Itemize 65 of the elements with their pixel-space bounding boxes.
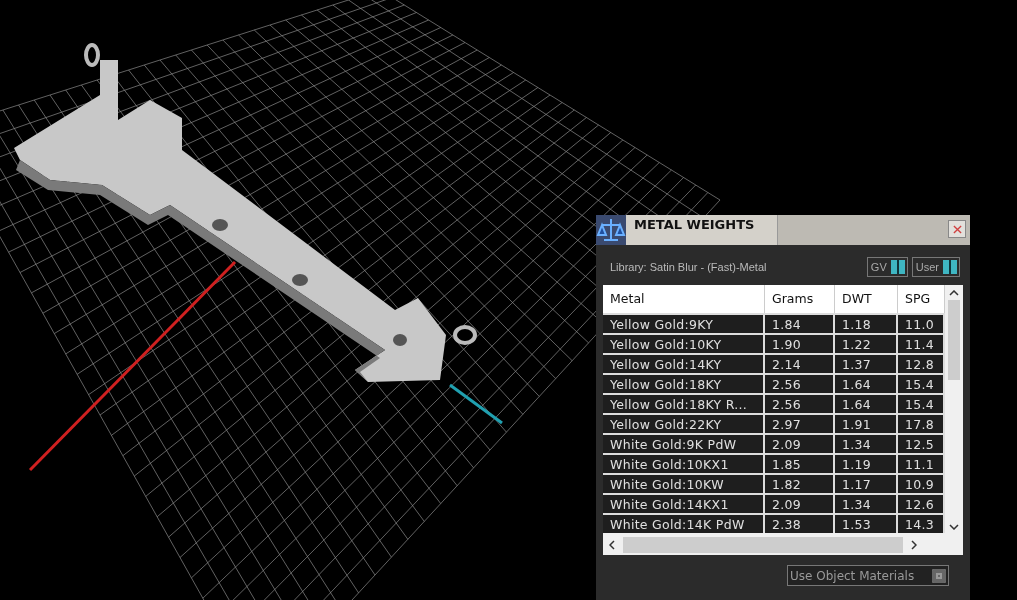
table-cell: Yellow Gold:18KY R... <box>603 393 765 413</box>
table-cell: 1.84 <box>765 313 835 333</box>
table-cell: 2.38 <box>765 513 835 533</box>
table-cell: Yellow Gold:10KY <box>603 333 765 353</box>
table-cell: Yellow Gold:22KY <box>603 413 765 433</box>
table-cell: 10.9 <box>898 473 945 493</box>
toggle-switch[interactable]: GV <box>866 257 908 277</box>
scroll-left-icon <box>609 540 615 550</box>
window-title: METAL WEIGHTS <box>626 215 778 245</box>
table-cell: 1.34 <box>835 493 898 513</box>
table-cell: Yellow Gold:18KY <box>603 373 765 393</box>
table-cell: 1.91 <box>835 413 898 433</box>
close-icon <box>952 224 962 234</box>
table-cell: 2.97 <box>765 413 835 433</box>
table-cell: 12.8 <box>898 353 945 373</box>
table-cell: 1.19 <box>835 453 898 473</box>
scroll-thumb[interactable] <box>948 300 960 380</box>
table-cell: 15.4 <box>898 373 945 393</box>
toggle-label: User <box>915 261 939 273</box>
column-header[interactable]: DWT <box>835 285 898 313</box>
table-cell: 12.6 <box>898 493 945 513</box>
table-cell: 15.4 <box>898 393 945 413</box>
column-header[interactable]: Metal <box>603 285 765 313</box>
scale-icon <box>596 215 626 245</box>
table-cell: 2.09 <box>765 493 835 513</box>
table-cell: White Gold:9K PdW <box>603 433 765 453</box>
table-cell: 1.34 <box>835 433 898 453</box>
toggle-label: GV <box>870 261 887 273</box>
table-cell: White Gold:14K PdW <box>603 513 765 533</box>
column-header[interactable]: Grams <box>765 285 835 313</box>
scroll-right-icon <box>911 540 917 550</box>
table-cell: 11.4 <box>898 333 945 353</box>
table-cell: White Gold:10KX1 <box>603 453 765 473</box>
table-cell: 2.14 <box>765 353 835 373</box>
scroll-thumb[interactable] <box>623 537 903 553</box>
table-cell: 11.1 <box>898 453 945 473</box>
table-cell: 1.64 <box>835 373 898 393</box>
table-cell: 1.17 <box>835 473 898 493</box>
table-cell: 1.22 <box>835 333 898 353</box>
table-cell: 1.37 <box>835 353 898 373</box>
scroll-up-icon <box>949 290 959 296</box>
table-cell: 1.85 <box>765 453 835 473</box>
table-cell: 1.64 <box>835 393 898 413</box>
column-header[interactable]: SPG <box>898 285 945 313</box>
table-cell: 2.09 <box>765 433 835 453</box>
table-cell: 11.0 <box>898 313 945 333</box>
toggle-switch[interactable]: User <box>911 257 960 277</box>
scroll-down-icon <box>949 524 959 530</box>
library-label: Library: Satin Blur - (Fast)-Metal <box>610 261 767 273</box>
table-cell: Yellow Gold:14KY <box>603 353 765 373</box>
table-cell: 17.8 <box>898 413 945 433</box>
option-indicator <box>932 568 946 583</box>
table-cell: Yellow Gold:9KY <box>603 313 765 333</box>
table-cell: 1.82 <box>765 473 835 493</box>
use-object-materials-button[interactable]: Use Object Materials <box>787 565 949 586</box>
table-cell: 2.56 <box>765 393 835 413</box>
table-cell: 2.56 <box>765 373 835 393</box>
table-cell: 14.3 <box>898 513 945 533</box>
table-cell: White Gold:14KX1 <box>603 493 765 513</box>
table-cell: 1.90 <box>765 333 835 353</box>
close-button[interactable] <box>948 220 966 238</box>
table-cell: 12.5 <box>898 433 945 453</box>
table-cell: 1.53 <box>835 513 898 533</box>
table-cell: 1.18 <box>835 313 898 333</box>
table-cell: White Gold:10KW <box>603 473 765 493</box>
